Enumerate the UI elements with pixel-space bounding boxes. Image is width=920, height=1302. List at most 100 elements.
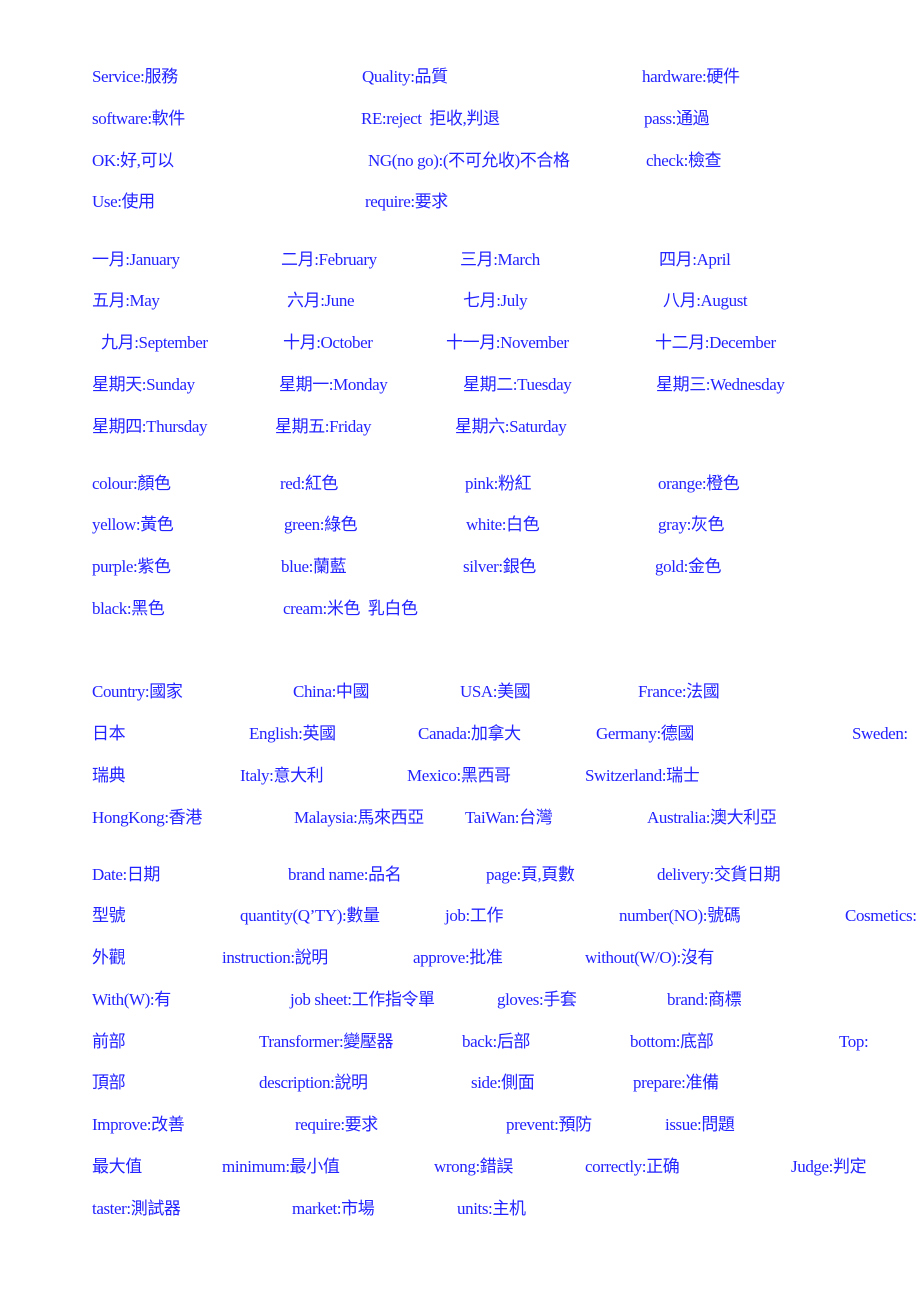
- glossary-term: 五月:May: [92, 291, 160, 310]
- glossary-term: colour:顏色: [92, 474, 171, 493]
- glossary-term: Use:使用: [92, 192, 155, 211]
- glossary-term: software:軟件: [92, 109, 185, 128]
- glossary-term: gray:灰色: [658, 515, 725, 534]
- glossary-term: instruction:說明: [222, 948, 328, 967]
- glossary-term: HongKong:香港: [92, 808, 202, 827]
- glossary-term: OK:好,可以: [92, 151, 174, 170]
- glossary-term: Mexico:黑西哥: [407, 766, 511, 785]
- glossary-term: prevent:預防: [506, 1115, 592, 1134]
- glossary-term: yellow:黃色: [92, 515, 174, 534]
- glossary-term: Improve:改善: [92, 1115, 185, 1134]
- glossary-term: 星期五:Friday: [275, 417, 372, 436]
- document-page: Service:服務 Quality:品質 hardware:硬件 software:…: [0, 0, 920, 1302]
- glossary-term: Cosmetics:: [845, 906, 917, 925]
- glossary-term: 星期六:Saturday: [455, 417, 567, 436]
- glossary-term: pass:通過: [644, 109, 710, 128]
- glossary-term: 外觀: [92, 948, 126, 967]
- glossary-term: gold:金色: [655, 557, 722, 576]
- glossary-term: cream:米色 乳白色: [283, 599, 418, 618]
- glossary-term: green:綠色: [284, 515, 358, 534]
- glossary-term: Transformer:變壓器: [259, 1032, 394, 1051]
- glossary-term: 前部: [92, 1032, 126, 1051]
- glossary-term: 八月:August: [663, 291, 748, 310]
- glossary-term: description:說明: [259, 1073, 368, 1092]
- glossary-term: 頂部: [92, 1073, 126, 1092]
- glossary-term: 十一月:November: [446, 333, 569, 352]
- glossary-term: units:主机: [457, 1199, 526, 1218]
- glossary-term: orange:橙色: [658, 474, 740, 493]
- glossary-term: issue:問題: [665, 1115, 735, 1134]
- glossary-term: 日本: [92, 724, 126, 743]
- glossary-term: Switzerland:瑞士: [585, 766, 700, 785]
- glossary-term: Germany:德國: [596, 724, 694, 743]
- glossary-term: check:檢查: [646, 151, 722, 170]
- glossary-term: Sweden:: [852, 724, 908, 743]
- glossary-term: 十月:October: [283, 333, 373, 352]
- glossary-term: number(NO):號碼: [619, 906, 741, 925]
- glossary-term: Australia:澳大利亞: [647, 808, 777, 827]
- glossary-term: minimum:最小值: [222, 1157, 340, 1176]
- glossary-term: Canada:加拿大: [418, 724, 521, 743]
- glossary-term: 一月:January: [92, 250, 180, 269]
- glossary-term: 型號: [92, 906, 126, 925]
- glossary-term: 星期二:Tuesday: [463, 375, 572, 394]
- glossary-term: 最大值: [92, 1157, 142, 1176]
- glossary-term: purple:紫色: [92, 557, 171, 576]
- glossary-term: hardware:硬件: [642, 67, 740, 86]
- glossary-term: English:英國: [249, 724, 336, 743]
- glossary-term: approve:批准: [413, 948, 503, 967]
- glossary-term: back:后部: [462, 1032, 531, 1051]
- glossary-term: red:紅色: [280, 474, 339, 493]
- glossary-term: taster:測試器: [92, 1199, 181, 1218]
- glossary-term: wrong:錯誤: [434, 1157, 513, 1176]
- glossary-term: blue:蘭藍: [281, 557, 347, 576]
- glossary-term: With(W):有: [92, 990, 171, 1009]
- glossary-term: Judge:判定: [791, 1157, 867, 1176]
- glossary-term: silver:銀色: [463, 557, 536, 576]
- glossary-term: brand:商標: [667, 990, 742, 1009]
- glossary-term: Top:: [839, 1032, 869, 1051]
- glossary-term: brand name:品名: [288, 865, 402, 884]
- glossary-term: 三月:March: [460, 250, 540, 269]
- glossary-term: white:白色: [466, 515, 540, 534]
- glossary-term: market:市場: [292, 1199, 375, 1218]
- glossary-term: require:要求: [365, 192, 448, 211]
- glossary-term: Country:國家: [92, 682, 183, 701]
- glossary-term: Italy:意大利: [240, 766, 324, 785]
- glossary-term: 星期四:Thursday: [92, 417, 208, 436]
- glossary-term: require:要求: [295, 1115, 378, 1134]
- glossary-term: Malaysia:馬來西亞: [294, 808, 424, 827]
- glossary-term: 星期一:Monday: [279, 375, 388, 394]
- glossary-term: USA:美國: [460, 682, 531, 701]
- glossary-term: 瑞典: [92, 766, 126, 785]
- glossary-term: page:頁,頁數: [486, 865, 575, 884]
- glossary-term: France:法國: [638, 682, 720, 701]
- glossary-term: TaiWan:台灣: [465, 808, 553, 827]
- glossary-term: job sheet:工作指令單: [290, 990, 435, 1009]
- glossary-term: 四月:April: [659, 250, 731, 269]
- glossary-term: 十二月:December: [655, 333, 776, 352]
- glossary-term: 星期三:Wednesday: [656, 375, 785, 394]
- glossary-term: pink:粉紅: [465, 474, 532, 493]
- glossary-term: delivery:交貨日期: [657, 865, 781, 884]
- glossary-term: Quality:品質: [362, 67, 448, 86]
- glossary-term: black:黑色: [92, 599, 165, 618]
- glossary-term: without(W/O):沒有: [585, 948, 715, 967]
- glossary-term: Date:日期: [92, 865, 161, 884]
- glossary-term: side:側面: [471, 1073, 535, 1092]
- glossary-term: prepare:准備: [633, 1073, 719, 1092]
- glossary-term: NG(no go):(不可允收)不合格: [368, 151, 570, 170]
- glossary-term: 二月:February: [281, 250, 377, 269]
- glossary-term: China:中國: [293, 682, 370, 701]
- glossary-term: quantity(Q’TY):數量: [240, 906, 380, 925]
- glossary-term: job:工作: [445, 906, 504, 925]
- glossary-term: gloves:手套: [497, 990, 577, 1009]
- glossary-term: 六月:June: [287, 291, 355, 310]
- glossary-term: correctly:正确: [585, 1157, 680, 1176]
- glossary-term: 星期天:Sunday: [92, 375, 195, 394]
- glossary-term: 七月:July: [463, 291, 528, 310]
- glossary-term: RE:reject 拒收,判退: [361, 109, 500, 128]
- glossary-term: 九月:September: [101, 333, 208, 352]
- glossary-term: Service:服務: [92, 67, 178, 86]
- glossary-term: bottom:底部: [630, 1032, 714, 1051]
